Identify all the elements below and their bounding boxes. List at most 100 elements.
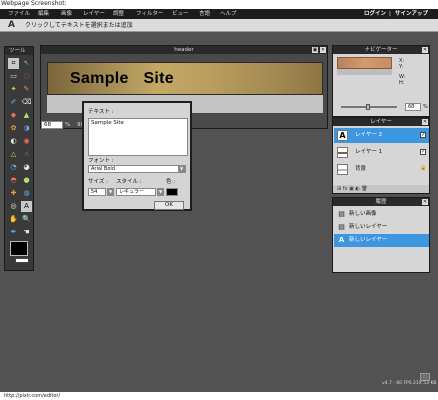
history-item-label: 新しいレイヤー xyxy=(349,224,388,230)
layer-name: レイヤー 1 xyxy=(355,149,383,155)
layers-title: レイヤー xyxy=(370,119,392,125)
history-item[interactable]: ▤ 新しいレイヤー xyxy=(334,221,429,234)
eraser-icon[interactable]: ⌫ xyxy=(21,97,32,108)
layer-visibility-checkbox[interactable]: ✓ xyxy=(420,149,426,155)
menu-adjust[interactable]: 調整 xyxy=(113,10,124,18)
text-icon: A xyxy=(338,236,345,244)
burn-icon[interactable]: ◓ xyxy=(8,175,19,186)
dodge-icon[interactable]: ◕ xyxy=(21,162,32,173)
close-icon[interactable]: ✕ xyxy=(422,199,428,205)
foreground-color-swatch[interactable] xyxy=(10,241,28,256)
layer-row-layer-2[interactable]: A レイヤー 2 ✓ xyxy=(334,128,429,143)
navigator-zoom-input[interactable]: 68 xyxy=(405,103,421,111)
clone-icon[interactable]: ✿ xyxy=(8,123,19,134)
layers-footer-toolbar[interactable]: ⊞ fx ▣ ◐ 🗑 xyxy=(333,185,429,193)
red-eye-icon[interactable]: ● xyxy=(21,175,32,186)
background-color-swatch[interactable] xyxy=(15,258,29,263)
history-titlebar[interactable]: 履歴 ✕ xyxy=(333,198,429,206)
close-icon[interactable]: ✕ xyxy=(422,119,428,125)
size-select[interactable]: 54 xyxy=(88,188,106,196)
maximize-button[interactable]: ▣ xyxy=(312,47,318,53)
layers-titlebar[interactable]: レイヤー ✕ xyxy=(333,118,429,126)
lasso-icon[interactable]: ◌ xyxy=(21,71,32,82)
navigator-thumbnail[interactable] xyxy=(337,57,392,69)
font-select[interactable]: Arial Bold ▼ xyxy=(88,165,186,173)
pinch-icon[interactable]: ◎ xyxy=(8,201,19,212)
menu-filter[interactable]: フィルター xyxy=(136,10,163,18)
tools-panel-titlebar[interactable]: ツール xyxy=(5,47,33,55)
crop-icon[interactable]: ⌗ xyxy=(8,58,19,69)
menu-layer[interactable]: レイヤー xyxy=(83,10,105,18)
navigator-titlebar[interactable]: ナビゲーター ✕ xyxy=(333,46,429,54)
ok-button[interactable]: OK xyxy=(154,201,184,210)
fullscreen-button[interactable]: ⛶ xyxy=(420,373,430,381)
smudge-icon[interactable]: ☝ xyxy=(21,149,32,160)
hand-pan-icon[interactable]: ☚ xyxy=(21,227,32,238)
style-value: レギュラー xyxy=(119,189,145,195)
signup-link[interactable]: サインアップ xyxy=(395,10,428,18)
navigator-thumbnail-lower xyxy=(337,69,392,75)
magic-wand-icon[interactable]: ✦ xyxy=(8,84,19,95)
history-item-selected[interactable]: A 新しいレイヤー xyxy=(334,234,429,247)
document-title: header xyxy=(174,47,194,53)
brush-icon[interactable]: ✐ xyxy=(8,97,19,108)
login-link[interactable]: ログイン xyxy=(364,10,386,18)
zoom-input[interactable]: 68 xyxy=(41,121,63,129)
spot-heal-icon[interactable]: ✚ xyxy=(8,188,19,199)
close-icon[interactable]: ✕ xyxy=(320,47,326,53)
chevron-down-icon[interactable]: ▼ xyxy=(157,188,164,196)
text-tool-icon: A xyxy=(8,20,15,30)
tools-panel: ツール ⌗ ↖ ▭ ◌ ✦ ✎ ✐ ⌫ ◆ ▲ ✿ ◑ ◐ ◉ △ ☝ ◔ ◕ ◓ ● ✚ ◍ ◎ A ✋ 🔍 ✒ ☚ xyxy=(4,46,34,271)
layer-row-layer-1[interactable]: レイヤー 1 ✓ xyxy=(334,145,429,160)
history-panel: 履歴 ✕ ▤ 新しい画像 ▤ 新しいレイヤー A 新しいレイヤー xyxy=(332,197,430,273)
browser-status-url: http://pixlr.com/editor/ xyxy=(0,392,438,400)
document-titlebar[interactable]: header ▣ ✕ xyxy=(41,46,327,54)
chevron-down-icon[interactable]: ▼ xyxy=(178,166,185,172)
layer-thumbnail xyxy=(337,147,348,158)
font-value: Arial Bold xyxy=(91,166,115,172)
size-value: 54 xyxy=(91,189,98,195)
text-color-swatch[interactable] xyxy=(166,188,178,196)
size-label: サイズ : xyxy=(88,179,108,185)
menu-language[interactable]: 言語 xyxy=(199,10,210,18)
color-replace-icon[interactable]: ◑ xyxy=(21,123,32,134)
layer-visibility-checkbox[interactable]: ✓ xyxy=(420,132,426,138)
fill-icon[interactable]: ◆ xyxy=(8,110,19,121)
text-layer-icon: A xyxy=(337,130,348,141)
drawing-icon[interactable]: ◐ xyxy=(8,136,19,147)
menu-help[interactable]: ヘルプ xyxy=(220,10,237,18)
menu-view[interactable]: ビュー xyxy=(172,10,189,18)
chevron-down-icon[interactable]: ▼ xyxy=(107,188,114,196)
sponge-icon[interactable]: ◔ xyxy=(8,162,19,173)
zoom-unit: % xyxy=(65,122,71,128)
zoom-icon[interactable]: 🔍 xyxy=(21,214,32,225)
pencil-icon[interactable]: ✎ xyxy=(21,84,32,95)
layer-row-background[interactable]: 背景 🔒 xyxy=(334,162,429,177)
close-icon[interactable]: ✕ xyxy=(422,47,428,53)
font-label: フォント : xyxy=(88,158,114,164)
layer-thumbnail xyxy=(337,164,348,175)
canvas-text-layer[interactable]: Sample Site xyxy=(70,68,174,90)
move-icon[interactable]: ↖ xyxy=(21,58,32,69)
zoom-slider[interactable] xyxy=(341,104,397,110)
hand-icon[interactable]: ✋ xyxy=(8,214,19,225)
history-item[interactable]: ▤ 新しい画像 xyxy=(334,208,429,221)
text-input[interactable]: Sample Site xyxy=(88,118,188,156)
sharpen-icon[interactable]: △ xyxy=(8,149,19,160)
bloat-icon[interactable]: ◍ xyxy=(21,188,32,199)
menu-separator: | xyxy=(389,11,391,17)
tool-hint-text: クリックしてテキストを選択または追加 xyxy=(25,22,133,29)
menu-image[interactable]: 画像 xyxy=(61,10,72,18)
image-canvas[interactable]: Sample Site xyxy=(47,62,323,95)
zoom-slider-handle[interactable] xyxy=(366,104,370,110)
style-label: スタイル : xyxy=(116,179,142,185)
gradient-icon[interactable]: ▲ xyxy=(21,110,32,121)
menu-edit[interactable]: 編集 xyxy=(38,10,49,18)
color-picker-icon[interactable]: ✒ xyxy=(8,227,19,238)
menu-file[interactable]: ファイル xyxy=(8,10,30,18)
marquee-icon[interactable]: ▭ xyxy=(8,71,19,82)
text-icon[interactable]: A xyxy=(21,201,32,212)
page-label: Webpage Screenshot: xyxy=(1,0,67,7)
style-select[interactable]: レギュラー xyxy=(116,188,156,196)
blur-icon[interactable]: ◉ xyxy=(21,136,32,147)
